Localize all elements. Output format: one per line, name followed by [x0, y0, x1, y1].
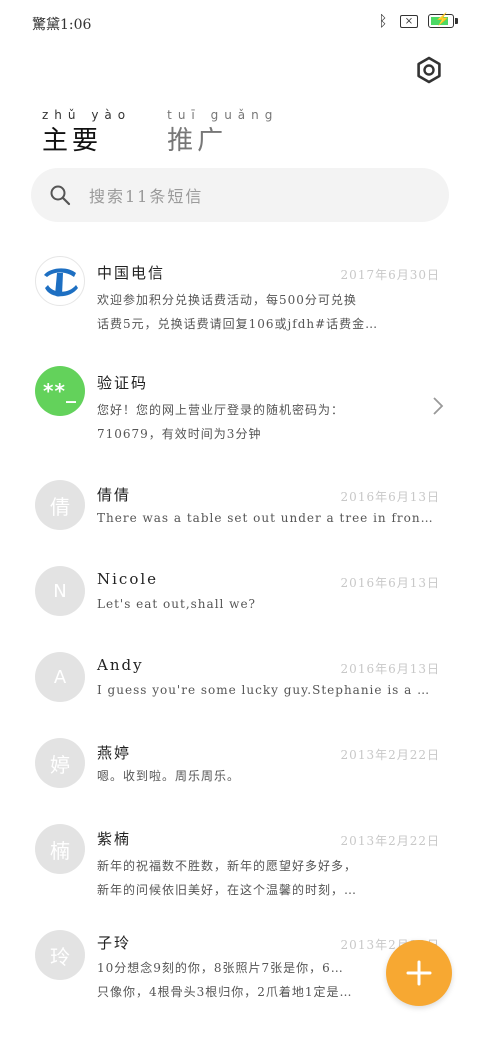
avatar: A: [35, 652, 85, 702]
sender-name: 验证码: [97, 374, 149, 392]
message-preview-line1: I guess you're some lucky guy.Stephanie …: [97, 683, 435, 697]
message-preview-line1: 您好！您的网上营业厅登录的随机密码为：: [97, 403, 345, 417]
message-row[interactable]: 倩 倩倩 2016年6月13日 There was a table set ou…: [0, 464, 480, 550]
gear-icon: [417, 56, 441, 84]
search-placeholder: 搜索11条短信: [89, 187, 204, 206]
bluetooth-icon: ᛒ: [378, 12, 388, 30]
message-row[interactable]: 婷 燕婷 2013年2月22日 嗯。收到啦。周乐周乐。: [0, 722, 480, 808]
status-icons: ᛒ × ⚡: [376, 12, 458, 30]
chevron-right-icon: [433, 397, 444, 415]
new-message-button[interactable]: [386, 940, 452, 1006]
avatar-initial: A: [53, 666, 67, 688]
tab-main[interactable]: zhǔ yào 主要: [42, 108, 131, 157]
avatar-initial: 婷: [50, 752, 70, 777]
message-preview-line1: 新年的祝福数不胜数，新年的愿望好多好多，: [97, 859, 358, 873]
avatar-initial: 楠: [50, 838, 70, 863]
message-row[interactable]: A Andy 2016年6月13日 I guess you're some lu…: [0, 636, 480, 722]
message-date: 2013年2月22日: [340, 834, 440, 848]
sender-name: 中国电信: [97, 264, 166, 282]
avatar-initial: N: [53, 580, 67, 602]
message-date: 2016年6月13日: [340, 490, 440, 504]
message-row[interactable]: 楠 紫楠 2013年2月22日 新年的祝福数不胜数，新年的愿望好多好多， 新年的…: [0, 808, 480, 920]
message-preview-line2: 710679，有效时间为3分钟: [97, 427, 262, 441]
message-preview-line1: There was a table set out under a tree i…: [97, 511, 435, 525]
sender-name: Andy: [97, 656, 144, 674]
message-date: 2016年6月13日: [340, 576, 440, 590]
china-telecom-logo: [35, 256, 85, 306]
message-preview-line1: 欢迎参加积分兑换话费活动，每500分可兑换: [97, 293, 357, 307]
message-preview-line1: Let's eat out,shall we?: [97, 597, 256, 611]
status-bar: 驚黛1:06 ᛒ × ⚡: [0, 0, 480, 46]
message-preview-line1: 10分想念9刻的你，8张照片7张是你，6…: [97, 961, 344, 975]
message-preview-line1: 嗯。收到啦。周乐周乐。: [97, 769, 241, 783]
message-row[interactable]: N Nicole 2016年6月13日 Let's eat out,shall …: [0, 550, 480, 636]
avatar: **_: [35, 366, 85, 416]
tab-main-label: 主要: [42, 126, 103, 156]
tab-promotion-label: 推广: [167, 126, 228, 156]
message-preview-line2: 只像你，4根骨头3根归你，2爪着地1定是…: [97, 985, 353, 999]
tab-promotion[interactable]: tuī guǎng 推广: [167, 108, 278, 157]
avatar-initial: 倩: [50, 494, 70, 519]
status-time: 驚黛1:06: [32, 17, 92, 33]
message-row[interactable]: 中国电信 2017年6月30日 欢迎参加积分兑换话费活动，每500分可兑换 话费…: [0, 240, 480, 352]
sender-name: 燕婷: [97, 744, 132, 762]
no-sim-icon: ×: [400, 14, 418, 28]
avatar: 倩: [35, 480, 85, 530]
avatar: 婷: [35, 738, 85, 788]
avatar: N: [35, 566, 85, 616]
search-icon: [50, 185, 71, 206]
sender-name: 紫楠: [97, 830, 132, 848]
message-preview-line2: 话费5元，兑换话费请回复106或jfdh#话费金…: [97, 317, 379, 331]
plus-icon: [406, 960, 432, 986]
sender-name: 子玲: [97, 934, 132, 952]
message-date: 2013年2月22日: [340, 748, 440, 762]
battery-charging-icon: ⚡: [428, 12, 458, 28]
tab-bar: zhǔ yào 主要 tuī guǎng 推广: [42, 108, 278, 157]
avatar-initial: 玲: [50, 944, 70, 969]
sender-name: 倩倩: [97, 486, 132, 504]
avatar: 楠: [35, 824, 85, 874]
message-list: 中国电信 2017年6月30日 欢迎参加积分兑换话费活动，每500分可兑换 话费…: [0, 240, 480, 1032]
sender-name: Nicole: [97, 570, 159, 588]
message-date: 2017年6月30日: [340, 268, 440, 282]
message-preview-line2: 新年的问候依旧美好，在这个温馨的时刻，…: [97, 883, 358, 897]
message-date: 2016年6月13日: [340, 662, 440, 676]
avatar-initials: **_: [43, 379, 77, 403]
avatar: 玲: [35, 930, 85, 980]
search-bar[interactable]: 搜索11条短信: [31, 168, 449, 222]
settings-button[interactable]: [414, 55, 444, 85]
message-row[interactable]: **_ 验证码 您好！您的网上营业厅登录的随机密码为： 710679，有效时间为…: [0, 352, 480, 464]
